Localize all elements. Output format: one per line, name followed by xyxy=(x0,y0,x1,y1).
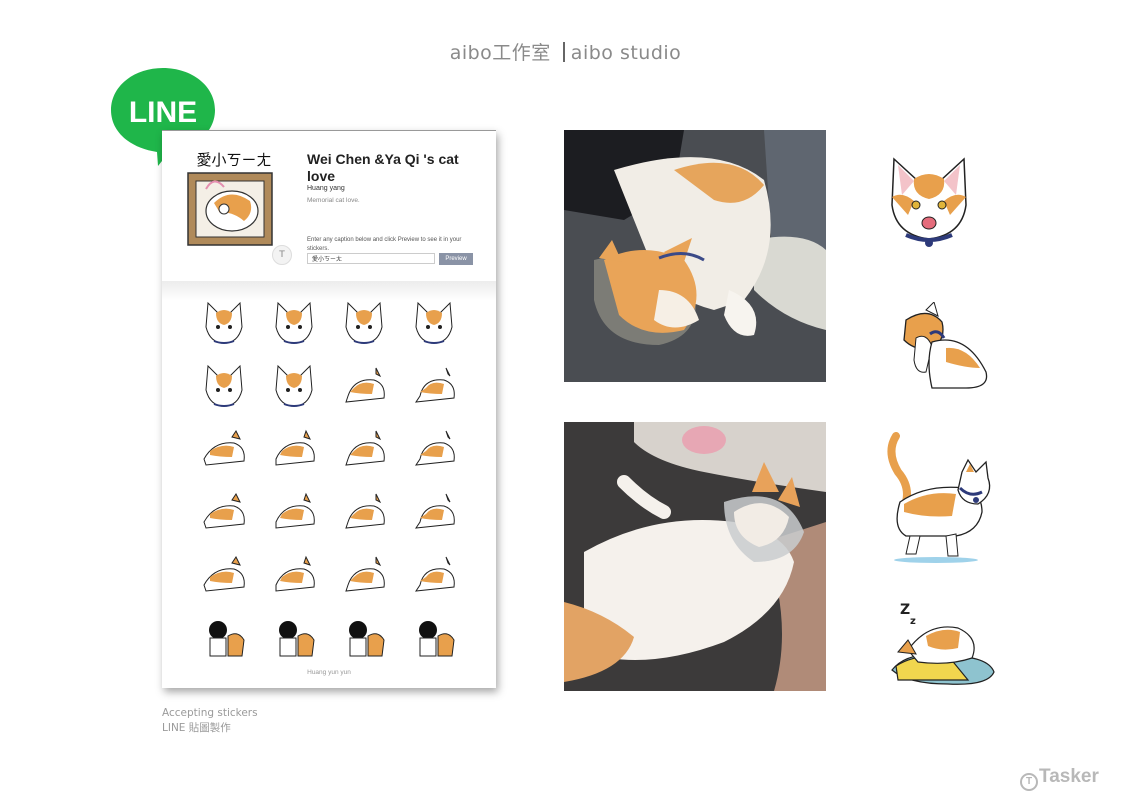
cat-sleeping-sticker: Z z xyxy=(891,602,995,685)
tasker-icon: T xyxy=(1020,773,1038,791)
tasker-wordmark: Tasker xyxy=(1039,766,1099,787)
svg-text:愛小ㄎㄧㄤ: 愛小ㄎㄧㄤ xyxy=(196,151,271,169)
sticker-thumbnail[interactable] xyxy=(264,423,324,473)
author-name[interactable]: Huang yang xyxy=(307,185,345,192)
svg-text:Z: Z xyxy=(900,602,910,618)
preview-button[interactable]: Preview xyxy=(439,253,473,265)
sticker-thumbnail[interactable] xyxy=(264,486,324,536)
caption-hint: Enter any caption below and click Previe… xyxy=(307,237,462,250)
sticker-thumbnail[interactable] xyxy=(404,423,464,473)
main-sticker-image: 愛小ㄎㄧㄤ xyxy=(187,151,273,246)
caption-input[interactable]: 愛小ㄎㄧㄤ xyxy=(307,253,435,264)
sticker-thumbnail[interactable] xyxy=(334,423,394,473)
sticker-store-page: 愛小ㄎㄧㄤ T Wei Chen &Ya Qi 's cat love Huan… xyxy=(162,130,496,688)
cat-photo-1 xyxy=(564,130,826,382)
sticker-thumbnail[interactable] xyxy=(404,360,464,410)
sticker-description: Memorial cat love. xyxy=(307,197,360,204)
cat-licking-sticker xyxy=(903,302,988,389)
studio-name-cn: aibo工作室 xyxy=(449,42,551,64)
caption-line-2: LINE 貼圖製作 xyxy=(162,722,231,734)
sticker-thumbnail[interactable] xyxy=(264,360,324,410)
caption-line-1: Accepting stickers xyxy=(162,707,258,719)
sticker-thumbnail[interactable] xyxy=(194,549,254,599)
sticker-thumbnail[interactable] xyxy=(404,486,464,536)
sticker-thumbnail[interactable] xyxy=(404,297,464,347)
sticker-thumbnail[interactable] xyxy=(264,612,324,662)
sticker-set-title: Wei Chen &Ya Qi 's cat love xyxy=(307,151,459,184)
sticker-thumbnail[interactable] xyxy=(194,612,254,662)
sticker-thumbnail[interactable] xyxy=(334,360,394,410)
sticker-thumbnail[interactable] xyxy=(334,486,394,536)
sticker-thumbnail[interactable] xyxy=(334,297,394,347)
sticker-thumbnail[interactable] xyxy=(194,486,254,536)
studio-name-en: aibo studio xyxy=(570,42,682,64)
line-logo-text: LINE xyxy=(129,96,197,129)
sticker-thumbnail[interactable] xyxy=(334,549,394,599)
sticker-thumbnail[interactable] xyxy=(334,612,394,662)
sticker-thumbnail[interactable] xyxy=(404,612,464,662)
sticker-thumbnail[interactable] xyxy=(194,423,254,473)
title-divider xyxy=(562,42,565,62)
font-badge[interactable]: T xyxy=(272,245,292,265)
page-title: aibo工作室 aibo studio xyxy=(0,38,1131,65)
sticker-thumbnail[interactable] xyxy=(194,297,254,347)
tasker-watermark: T Tasker xyxy=(1020,766,1099,791)
cat-head-sticker xyxy=(891,157,967,247)
sticker-thumbnail[interactable] xyxy=(404,549,464,599)
cat-walking-sticker xyxy=(887,432,991,563)
sticker-thumbnail[interactable] xyxy=(264,549,324,599)
svg-text:z: z xyxy=(910,616,916,627)
sticker-grid xyxy=(194,297,464,662)
sticker-thumbnail[interactable] xyxy=(194,360,254,410)
cat-photo-2 xyxy=(564,422,826,691)
sticker-thumbnail[interactable] xyxy=(264,297,324,347)
store-footer-credit: Huang yun yun xyxy=(307,669,351,676)
caption: Accepting stickers LINE 貼圖製作 xyxy=(162,706,258,736)
